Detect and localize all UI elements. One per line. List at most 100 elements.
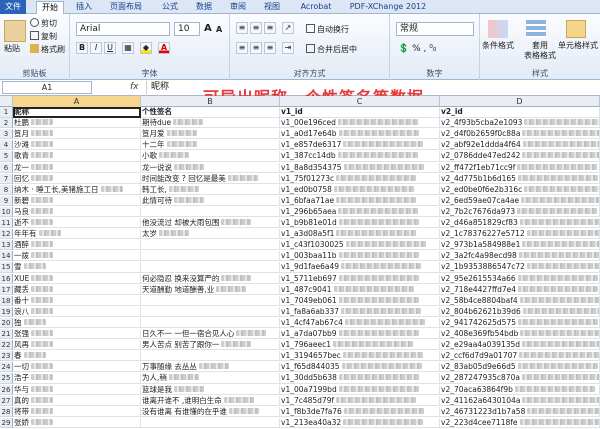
italic-button[interactable]: I: [90, 42, 102, 54]
cell-v1-id[interactable]: v1_b9b81e01d: [280, 218, 440, 229]
underline-button[interactable]: U: [104, 42, 116, 54]
grow-font-button[interactable]: A: [204, 24, 212, 34]
cell-nickname[interactable]: 浪八: [13, 306, 141, 317]
row-number[interactable]: 28: [0, 406, 13, 417]
cell-signature[interactable]: 他没流过 却被大雨包围: [141, 218, 280, 229]
cell-nickname[interactable]: 将带: [13, 406, 141, 417]
cell-v2-id[interactable]: v2_ed0be0f6e2b316c: [440, 184, 600, 195]
column-header-d[interactable]: D: [440, 96, 600, 107]
cell-signature[interactable]: [141, 351, 280, 362]
cell-signature[interactable]: 何必隐忍 换来没算严的: [141, 273, 280, 284]
conditional-format-button[interactable]: 条件格式: [482, 41, 514, 51]
cell-v2-id[interactable]: v2_4d775b1b6d165: [440, 173, 600, 184]
row-number[interactable]: 29: [0, 417, 13, 428]
cell-signature[interactable]: 天道酬勤 地道酬善,业: [141, 284, 280, 295]
row-number[interactable]: 19: [0, 306, 13, 317]
format-painter-button[interactable]: 格式刷: [30, 44, 65, 55]
cell-signature[interactable]: 小歌: [141, 151, 280, 162]
cell-nickname[interactable]: 独: [13, 317, 141, 329]
cell-nickname[interactable]: 一切: [13, 362, 141, 373]
align-left-icon[interactable]: ≡: [236, 42, 248, 54]
cell-v1-id[interactable]: v1_7049eb061: [280, 295, 440, 306]
row-number[interactable]: 15: [0, 262, 13, 273]
tab-formulas[interactable]: 公式: [158, 1, 182, 14]
cell-v1-id[interactable]: v1_e857de6317: [280, 140, 440, 151]
header-signature[interactable]: 个性签名: [141, 107, 280, 119]
tab-acrobat[interactable]: Acrobat: [296, 1, 336, 14]
row-number[interactable]: 26: [0, 384, 13, 395]
column-header-c[interactable]: C: [280, 96, 440, 107]
cell-signature[interactable]: [141, 417, 280, 428]
align-center-icon[interactable]: ≡: [250, 42, 262, 54]
cell-signature[interactable]: 时间能改变 ? 回忆是最美: [141, 173, 280, 184]
row-number[interactable]: 6: [0, 162, 13, 173]
cell-signature[interactable]: 篮球是我: [141, 384, 280, 395]
row-number[interactable]: 16: [0, 273, 13, 284]
cell-nickname[interactable]: 张娇: [13, 417, 141, 428]
cell-signature[interactable]: 谁离开谁不 ,谁明白生命: [141, 395, 280, 406]
tab-insert[interactable]: 插入: [72, 1, 96, 14]
bold-button[interactable]: B: [76, 42, 88, 54]
row-number[interactable]: 2: [0, 118, 13, 129]
cell-signature[interactable]: [141, 251, 280, 262]
row-number[interactable]: 1: [0, 107, 13, 119]
cell-nickname[interactable]: 春: [13, 351, 141, 362]
column-header-b[interactable]: B: [141, 96, 280, 107]
cell-v2-id[interactable]: v2_1c78376227e5712: [440, 229, 600, 240]
tab-file[interactable]: 文件: [0, 0, 26, 14]
cell-v2-id[interactable]: v2_973b1a584988e1: [440, 240, 600, 251]
align-right-icon[interactable]: ≡: [264, 42, 276, 54]
cell-v1-id[interactable]: v1_9d1fae6a49: [280, 262, 440, 273]
orientation-icon[interactable]: ↗: [282, 22, 294, 34]
cell-v1-id[interactable]: v1_296b65aea: [280, 206, 440, 218]
cell-v2-id[interactable]: v2_41162a6430104a: [440, 395, 600, 406]
cell-v2-id[interactable]: v2_46731223d1b7a58: [440, 406, 600, 417]
cell-styles-button[interactable]: 单元格样式: [558, 41, 598, 51]
cell-v2-id[interactable]: v2_d46a851829cf83: [440, 218, 600, 229]
indent-icon[interactable]: ⇥: [282, 42, 294, 54]
cell-v2-id[interactable]: v2_941742625d575: [440, 317, 600, 329]
cell-signature[interactable]: 日久不一 一但一宿合见人心: [141, 329, 280, 340]
cell-v2-id[interactable]: v2_58b4ce8804baf4: [440, 295, 600, 306]
cell-v2-id[interactable]: v2_718e4427ffd7e4: [440, 284, 600, 295]
cell-signature[interactable]: [141, 306, 280, 317]
cell-v1-id[interactable]: v1_487c9041: [280, 284, 440, 295]
tab-review[interactable]: 审阅: [226, 1, 250, 14]
cell-signature[interactable]: 韩工长,: [141, 184, 280, 195]
cell-v2-id[interactable]: v2_804b62621b39d6: [440, 306, 600, 317]
row-number[interactable]: 3: [0, 129, 13, 140]
cell-v2-id[interactable]: v2_4f93b5cba2e1093: [440, 118, 600, 129]
cell-v1-id[interactable]: v1_7c485d79f: [280, 395, 440, 406]
cell-v1-id[interactable]: v1_a0d17e64b: [280, 129, 440, 140]
cell-v1-id[interactable]: v1_796aeec1: [280, 340, 440, 351]
row-number[interactable]: 24: [0, 362, 13, 373]
cell-nickname[interactable]: XUE: [13, 273, 141, 284]
cell-nickname[interactable]: 番十: [13, 295, 141, 306]
cell-nickname[interactable]: 藏丢: [13, 284, 141, 295]
row-number[interactable]: 14: [0, 251, 13, 262]
cell-signature[interactable]: 万事随缘 去丛丛: [141, 362, 280, 373]
row-number[interactable]: 4: [0, 140, 13, 151]
cell-nickname[interactable]: 年年有: [13, 229, 141, 240]
cell-signature[interactable]: [141, 262, 280, 273]
row-number[interactable]: 21: [0, 329, 13, 340]
cell-v1-id[interactable]: v1_3194657bec: [280, 351, 440, 362]
font-name-select[interactable]: Arial: [76, 22, 170, 36]
row-number[interactable]: 5: [0, 151, 13, 162]
row-number[interactable]: 10: [0, 206, 13, 218]
cell-v2-id[interactable]: v2_6ed59ae07ca4ae: [440, 195, 600, 206]
fill-color-icon[interactable]: ◆: [140, 42, 152, 54]
cell-v2-id[interactable]: v2_3a2fc4a98ecd98: [440, 251, 600, 262]
cell-nickname[interactable]: 歌青: [13, 151, 141, 162]
row-number[interactable]: 8: [0, 184, 13, 195]
cell-nickname[interactable]: 张强: [13, 329, 141, 340]
cell-v2-id[interactable]: v2_83ab05d9e66d5: [440, 362, 600, 373]
row-number[interactable]: 11: [0, 218, 13, 229]
cell-v2-id[interactable]: v2_223d4cee7118fe: [440, 417, 600, 428]
tab-view[interactable]: 视图: [260, 1, 284, 14]
cell-signature[interactable]: [141, 240, 280, 251]
cell-nickname[interactable]: 浩子: [13, 373, 141, 384]
align-top-icon[interactable]: ≡: [236, 22, 248, 34]
cell-v1-id[interactable]: v1_a7da07bb9: [280, 329, 440, 340]
cell-v2-id[interactable]: v2_70aca63864f9b: [440, 384, 600, 395]
